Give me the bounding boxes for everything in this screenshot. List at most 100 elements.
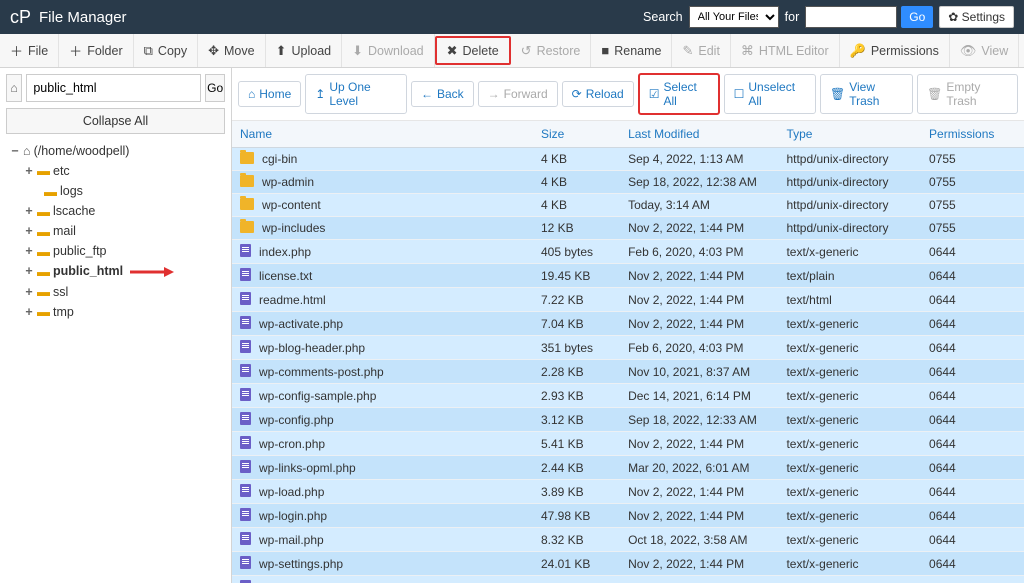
toolbar-copy-button[interactable]: ⧉Copy [134, 34, 198, 67]
file-row[interactable]: wp-content4 KBToday, 3:14 AMhttpd/unix-d… [232, 194, 1024, 217]
file-icon [240, 316, 251, 329]
col-name[interactable]: Name [232, 121, 533, 148]
toolbar-move-button[interactable]: ✥Move [198, 34, 265, 67]
toolbar-file-button[interactable]: ＋File [0, 34, 59, 67]
move-icon: ✥ [208, 43, 219, 59]
file-row[interactable]: wp-blog-header.php351 bytesFeb 6, 2020, … [232, 336, 1024, 360]
file-icon [240, 244, 251, 257]
content-pane: ⌂Home↥Up One Level←Back→Forward⟳Reload☑S… [232, 68, 1024, 583]
file-row[interactable]: index.php405 bytesFeb 6, 2020, 4:03 PMte… [232, 240, 1024, 264]
upload-icon: ⬆ [276, 43, 287, 59]
file-row[interactable]: wp-cron.php5.41 KBNov 2, 2022, 1:44 PMte… [232, 432, 1024, 456]
tree-item-public_ftp[interactable]: +▬ public_ftp [10, 242, 225, 262]
nav-empty-trash-button: 🗑Empty Trash [917, 74, 1018, 114]
file-row[interactable]: wp-login.php47.98 KBNov 2, 2022, 1:44 PM… [232, 504, 1024, 528]
toolbar-extract-button: ✨Extract [1019, 34, 1024, 67]
file-row[interactable]: wp-activate.php7.04 KBNov 2, 2022, 1:44 … [232, 312, 1024, 336]
col-perm[interactable]: Permissions [921, 121, 1024, 148]
tree-item-lscache[interactable]: +▬ lscache [10, 202, 225, 222]
nav-view-trash-button[interactable]: 🗑View Trash [820, 74, 913, 114]
nav-forward-button: →Forward [478, 81, 558, 107]
search-go-button[interactable]: Go [901, 6, 933, 28]
file-row[interactable]: wp-settings.php24.01 KBNov 2, 2022, 1:44… [232, 552, 1024, 576]
view-trash-icon: 🗑 [830, 87, 845, 101]
folder-tree: −⌂ (/home/woodpell)+▬ etc▬ logs+▬ lscach… [6, 142, 225, 323]
home-icon: ⌂ [248, 87, 255, 101]
empty-trash-icon: 🗑 [927, 87, 942, 101]
search-label: Search [643, 10, 683, 24]
file-row[interactable]: license.txt19.45 KBNov 2, 2022, 1:44 PMt… [232, 264, 1024, 288]
tree-item-tmp[interactable]: +▬ tmp [10, 302, 225, 322]
file-icon [240, 364, 251, 377]
copy-icon: ⧉ [144, 43, 153, 59]
select-all-icon: ☑ [649, 87, 660, 101]
toolbar-rename-button[interactable]: ■Rename [591, 34, 672, 67]
nav-unselect-all-button[interactable]: ☐Unselect All [724, 74, 816, 114]
file-icon [240, 436, 251, 449]
folder-icon [240, 152, 254, 164]
file-icon [240, 484, 251, 497]
file-row[interactable]: wp-config.php3.12 KBSep 18, 2022, 12:33 … [232, 408, 1024, 432]
view-icon: 👁 [960, 43, 977, 59]
tree-item-logs[interactable]: ▬ logs [10, 182, 225, 202]
file-row[interactable]: readme.html7.22 KBNov 2, 2022, 1:44 PMte… [232, 288, 1024, 312]
file-icon [240, 292, 251, 305]
search-scope-select[interactable]: All Your Files [689, 6, 779, 28]
file-icon [240, 532, 251, 545]
tree-item-ssl[interactable]: +▬ ssl [10, 282, 225, 302]
tree-item-public_html[interactable]: +▬ public_html [10, 262, 225, 282]
file-row[interactable]: wp-signup.php33.54 KBNov 2, 2022, 1:44 P… [232, 576, 1024, 583]
collapse-all-button[interactable]: Collapse All [6, 108, 225, 134]
permissions-icon: 🔑 [850, 43, 866, 59]
nav-back-button[interactable]: ←Back [411, 81, 474, 107]
file-table-wrapper[interactable]: Name Size Last Modified Type Permissions… [232, 121, 1024, 583]
folder-icon [240, 175, 254, 187]
edit-icon: ✎ [682, 43, 693, 59]
toolbar-delete-button[interactable]: ✖Delete [435, 36, 511, 65]
nav-reload-button[interactable]: ⟳Reload [562, 81, 634, 107]
cpanel-logo-icon: cP [10, 7, 31, 28]
tree-item-etc[interactable]: +▬ etc [10, 161, 225, 181]
tree-root[interactable]: −⌂ (/home/woodpell) [10, 142, 225, 161]
nav-up-one-level-button[interactable]: ↥Up One Level [305, 74, 407, 114]
sidebar: ⌂ Go Collapse All −⌂ (/home/woodpell)+▬ … [0, 68, 232, 583]
file-row[interactable]: wp-load.php3.89 KBNov 2, 2022, 1:44 PMte… [232, 480, 1024, 504]
file-table: Name Size Last Modified Type Permissions… [232, 121, 1024, 583]
file-row[interactable]: wp-includes12 KBNov 2, 2022, 1:44 PMhttp… [232, 217, 1024, 240]
col-modified[interactable]: Last Modified [620, 121, 778, 148]
settings-button[interactable]: ✿ Settings [939, 6, 1014, 28]
delete-icon: ✖ [447, 43, 458, 59]
folder-icon: ＋ [69, 41, 82, 60]
tree-item-mail[interactable]: +▬ mail [10, 222, 225, 242]
download-icon: ⬇ [352, 43, 363, 59]
file-row[interactable]: cgi-bin4 KBSep 4, 2022, 1:13 AMhttpd/uni… [232, 148, 1024, 171]
toolbar-edit-button: ✎Edit [672, 34, 730, 67]
col-type[interactable]: Type [778, 121, 921, 148]
file-row[interactable]: wp-config-sample.php2.93 KBDec 14, 2021,… [232, 384, 1024, 408]
toolbar-upload-button[interactable]: ⬆Upload [266, 34, 343, 67]
up-one-level-icon: ↥ [315, 87, 325, 101]
file-row[interactable]: wp-comments-post.php2.28 KBNov 10, 2021,… [232, 360, 1024, 384]
toolbar-view-button: 👁View [950, 34, 1019, 67]
rename-icon: ■ [601, 43, 609, 58]
toolbar-folder-button[interactable]: ＋Folder [59, 34, 133, 67]
path-input[interactable] [26, 74, 201, 102]
col-size[interactable]: Size [533, 121, 620, 148]
file-row[interactable]: wp-admin4 KBSep 18, 2022, 12:38 AMhttpd/… [232, 171, 1024, 194]
nav-home-button[interactable]: ⌂Home [238, 81, 301, 107]
file-icon [240, 412, 251, 425]
folder-icon [240, 221, 254, 233]
home-button[interactable]: ⌂ [6, 74, 22, 102]
file-row[interactable]: wp-links-opml.php2.44 KBMar 20, 2022, 6:… [232, 456, 1024, 480]
unselect-all-icon: ☐ [734, 87, 745, 101]
search-input[interactable] [805, 6, 897, 28]
path-go-button[interactable]: Go [205, 74, 225, 102]
main-toolbar: ＋File＋Folder⧉Copy✥Move⬆Upload⬇Download✖D… [0, 34, 1024, 68]
app-title: File Manager [39, 9, 127, 26]
nav-select-all-button[interactable]: ☑Select All [638, 73, 720, 115]
file-row[interactable]: wp-mail.php8.32 KBOct 18, 2022, 3:58 AMt… [232, 528, 1024, 552]
html editor-icon: ⌘ [741, 43, 754, 59]
toolbar-permissions-button[interactable]: 🔑Permissions [840, 34, 950, 67]
file-icon [240, 460, 251, 473]
folder-icon [240, 198, 254, 210]
